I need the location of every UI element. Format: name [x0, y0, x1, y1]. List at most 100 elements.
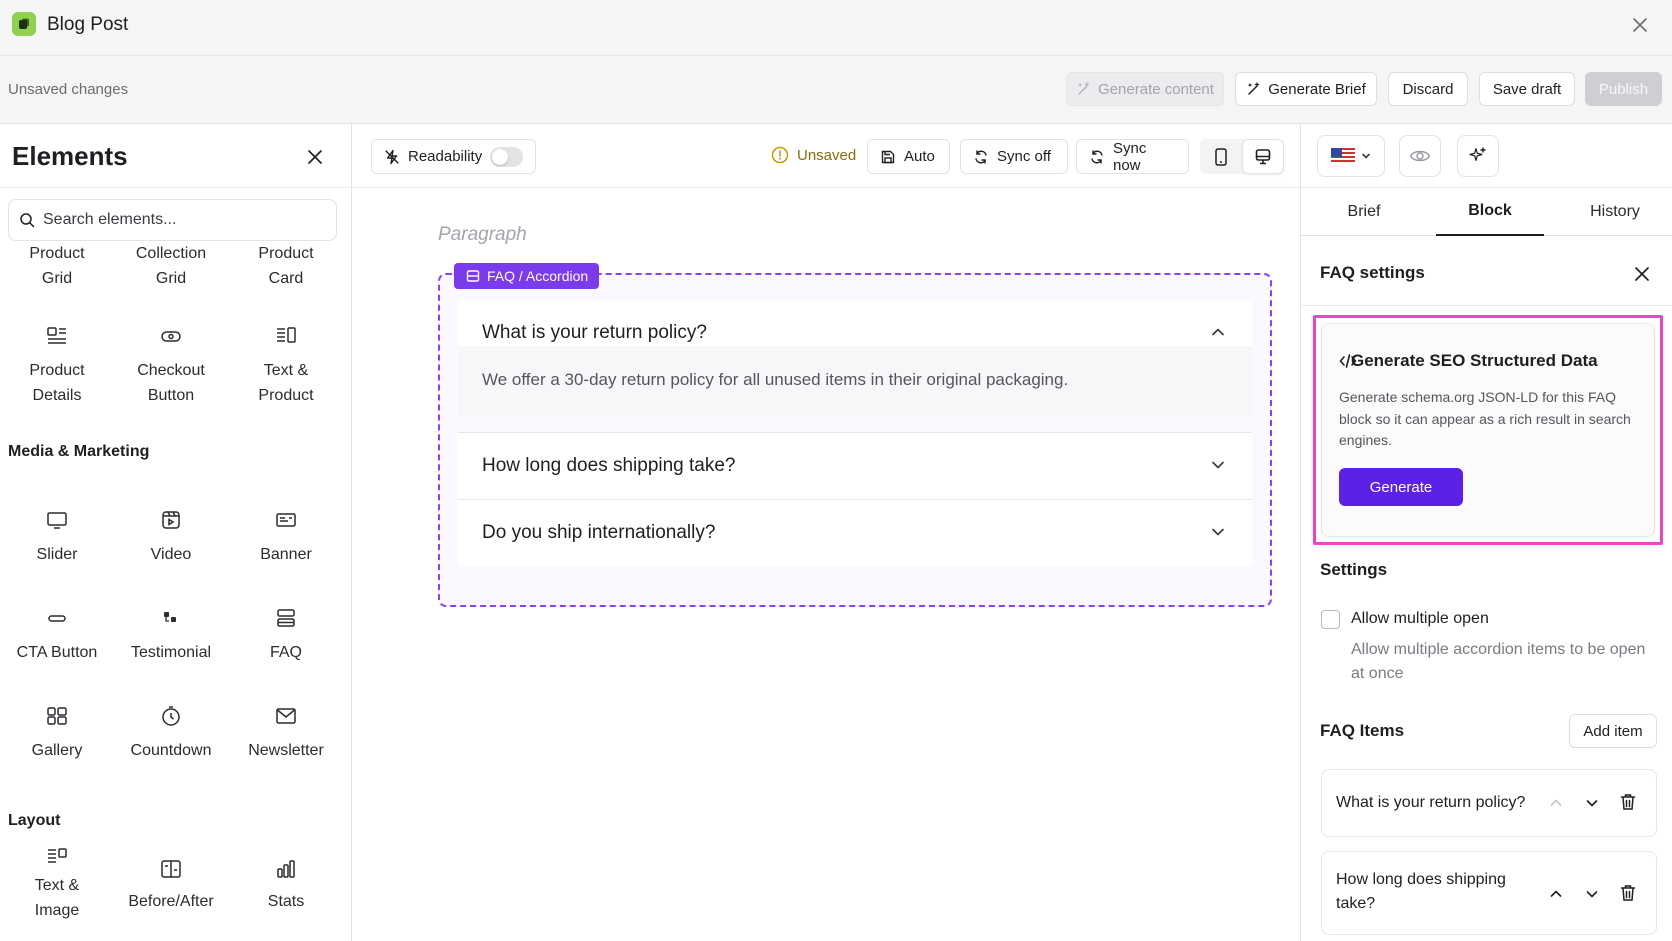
element-newsletter[interactable]: Newsletter: [231, 704, 341, 763]
desktop-icon: [1254, 148, 1272, 166]
search-input[interactable]: [43, 211, 313, 229]
element-label: Product Card: [258, 245, 314, 287]
banner-icon: [274, 508, 298, 532]
discard-button[interactable]: Discard: [1388, 72, 1468, 106]
element-countdown[interactable]: Countdown: [116, 704, 226, 763]
chevron-down-icon[interactable]: [1581, 792, 1603, 814]
settings-section-title: Settings: [1320, 560, 1388, 579]
video-icon: [159, 508, 183, 532]
generate-button[interactable]: Generate: [1339, 468, 1463, 506]
locale-selector[interactable]: [1317, 135, 1385, 177]
chevron-down-icon[interactable]: [1208, 455, 1228, 475]
element-product-details[interactable]: Product Details: [2, 324, 112, 408]
element-label: Product Details: [29, 362, 85, 404]
faq-question: What is your return policy?: [482, 322, 707, 343]
faq-answer-text: We offer a 30-day return policy for all …: [482, 370, 1069, 389]
readability-label: Readability: [408, 148, 483, 165]
add-item-button[interactable]: Add item: [1569, 714, 1657, 748]
chevron-up-icon[interactable]: [1545, 792, 1567, 814]
ai-assist-button[interactable]: [1457, 135, 1499, 177]
app-logo-icon: [12, 12, 36, 36]
device-toggle-group: [1200, 139, 1284, 174]
element-stats[interactable]: Stats: [231, 857, 341, 914]
element-testimonial[interactable]: Testimonial: [116, 606, 226, 665]
section-title-layout: Layout: [8, 812, 61, 829]
testimonial-icon: [159, 606, 183, 630]
chevron-up-icon[interactable]: [1545, 883, 1567, 905]
desktop-view-button[interactable]: [1242, 139, 1284, 174]
element-text-product[interactable]: Text & Product: [231, 324, 341, 408]
text-product-icon: [274, 324, 298, 348]
section-title-media: Media & Marketing: [8, 443, 150, 460]
publish-button[interactable]: Publish: [1585, 72, 1662, 106]
close-icon[interactable]: [303, 145, 327, 169]
tab-history[interactable]: History: [1567, 188, 1663, 236]
save-icon: [880, 149, 896, 165]
tab-block[interactable]: Block: [1436, 188, 1544, 236]
element-label: Newsletter: [248, 742, 324, 759]
auto-save-button[interactable]: Auto: [867, 139, 950, 174]
element-product-grid[interactable]: Product Grid: [2, 241, 112, 291]
settings-panel: Brief Block History FAQ settings Generat…: [1300, 124, 1672, 941]
stats-icon: [274, 857, 298, 881]
save-draft-button[interactable]: Save draft: [1479, 72, 1575, 106]
element-faq[interactable]: FAQ: [231, 606, 341, 665]
generate-brief-button[interactable]: Generate Brief: [1235, 72, 1377, 106]
faq-item-card[interactable]: What is your return policy?: [1321, 769, 1657, 837]
discard-label: Discard: [1402, 80, 1454, 98]
close-icon[interactable]: [1631, 263, 1653, 285]
settings-panel-toolbar: [1301, 124, 1672, 188]
close-icon[interactable]: [1629, 14, 1651, 36]
faq-question: How long does shipping take?: [482, 455, 736, 476]
tab-brief[interactable]: Brief: [1317, 188, 1411, 236]
cta-button-icon: [45, 606, 69, 630]
allow-multiple-checkbox[interactable]: [1321, 610, 1340, 629]
chevron-down-icon[interactable]: [1208, 522, 1228, 542]
generate-content-button[interactable]: Generate content: [1066, 72, 1224, 106]
elements-panel: Elements ProductGrid CollectionGrid Prod…: [0, 124, 352, 941]
element-slider[interactable]: Slider: [2, 508, 112, 567]
element-gallery[interactable]: Gallery: [2, 704, 112, 763]
settings-tabs: Brief Block History: [1301, 188, 1672, 236]
countdown-icon: [159, 704, 183, 728]
element-checkout-button[interactable]: Checkout Button: [116, 324, 226, 408]
before-after-icon: [159, 857, 183, 881]
paragraph-placeholder[interactable]: Paragraph: [438, 224, 527, 246]
title-bar: Blog Post: [0, 0, 1672, 56]
trash-icon[interactable]: [1617, 791, 1639, 813]
seo-card-description: Generate schema.org JSON-LD for this FAQ…: [1339, 389, 1631, 448]
faq-item-3[interactable]: Do you ship internationally?: [458, 500, 1252, 566]
element-banner[interactable]: Banner: [231, 508, 341, 567]
search-box[interactable]: [8, 199, 337, 241]
faq-tag-label: FAQ / Accordion: [487, 268, 589, 284]
element-before-after[interactable]: Before/After: [116, 857, 226, 914]
element-product-card[interactable]: Product Card: [231, 241, 341, 291]
sync-icon: [1089, 149, 1105, 165]
element-video[interactable]: Video: [116, 508, 226, 567]
faq-item-card[interactable]: How long does shipping take?: [1321, 851, 1657, 935]
product-details-icon: [45, 324, 69, 348]
sync-off-button[interactable]: Sync off: [960, 139, 1068, 174]
faq-answer: We offer a 30-day return policy for all …: [458, 346, 1252, 416]
mobile-view-button[interactable]: [1200, 139, 1242, 174]
element-cta-button[interactable]: CTA Button: [2, 606, 112, 665]
divider: [1301, 305, 1672, 306]
faq-settings-title: FAQ settings: [1320, 263, 1425, 282]
editor-toolbar: Readability Unsaved Auto Sync off Sync n…: [352, 124, 1300, 188]
element-label: Text & Image: [34, 877, 80, 919]
element-text-image[interactable]: Text & Image: [2, 845, 112, 923]
preview-button[interactable]: [1399, 135, 1441, 177]
faq-item-2[interactable]: How long does shipping take?: [458, 433, 1252, 499]
slider-icon: [45, 508, 69, 532]
allow-multiple-description: Allow multiple accordion items to be ope…: [1351, 641, 1646, 682]
readability-toggle[interactable]: Readability: [371, 139, 536, 174]
faq-accordion-block[interactable]: What is your return policy? We offer a 3…: [438, 273, 1272, 607]
sync-now-button[interactable]: Sync now: [1076, 139, 1189, 174]
chevron-down-icon[interactable]: [1581, 883, 1603, 905]
element-collection-grid[interactable]: Collection Grid: [116, 241, 226, 291]
chevron-up-icon[interactable]: [1208, 322, 1228, 342]
newsletter-icon: [274, 704, 298, 728]
element-label: Countdown: [130, 742, 212, 759]
readability-switch[interactable]: [490, 146, 523, 167]
trash-icon[interactable]: [1617, 882, 1639, 904]
